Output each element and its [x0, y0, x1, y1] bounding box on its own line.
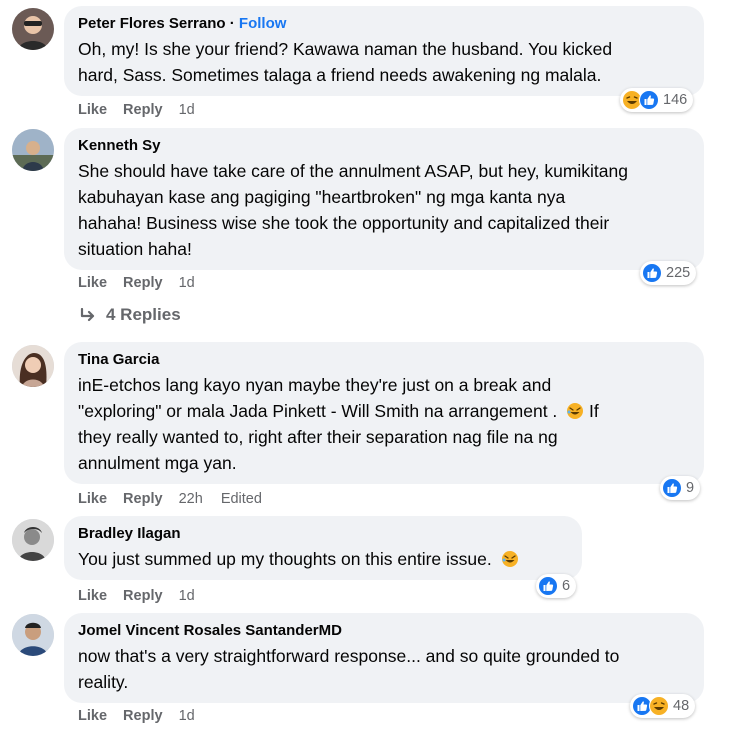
- reaction-summary[interactable]: 9: [660, 476, 701, 500]
- reaction-summary[interactable]: 146: [620, 88, 694, 112]
- comment-line: hahaha! Business wise she took the oppor…: [78, 213, 610, 233]
- comment-bubble: Tina Garcia inE-etchos lang kayo nyan ma…: [64, 342, 704, 484]
- timestamp[interactable]: 22h: [179, 491, 203, 507]
- reply-arrow-icon: [80, 308, 95, 322]
- author-name[interactable]: Jomel Vincent Rosales SantanderMD: [78, 621, 690, 641]
- like-icon: [538, 576, 558, 596]
- timestamp[interactable]: 1d: [179, 588, 195, 604]
- comment-line: kabuhayan kase ang pagiging "heartbroken…: [78, 187, 566, 207]
- comment-line: inE-etchos lang kayo nyan maybe they're …: [78, 375, 552, 395]
- comment-text: You just summed up my thoughts on this e…: [78, 546, 568, 572]
- like-button[interactable]: Like: [78, 588, 107, 604]
- comment-line: You just summed up my thoughts on this e…: [78, 549, 492, 569]
- avatar[interactable]: [12, 8, 54, 50]
- avatar[interactable]: [12, 129, 54, 171]
- replies-label: 4 Replies: [106, 305, 181, 324]
- reply-button[interactable]: Reply: [123, 102, 163, 118]
- separator: ·: [225, 15, 239, 32]
- timestamp[interactable]: 1d: [179, 708, 195, 724]
- comment-bubble: Kenneth Sy She should have take care of …: [64, 128, 704, 270]
- comment-actions: Like Reply 1d: [78, 587, 209, 605]
- author-name[interactable]: Tina Garcia: [78, 350, 690, 370]
- reply-button[interactable]: Reply: [123, 275, 163, 291]
- comment-bubble: Peter Flores Serrano · Follow Oh, my! Is…: [64, 6, 704, 96]
- like-button[interactable]: Like: [78, 275, 107, 291]
- reaction-summary[interactable]: 225: [640, 261, 697, 285]
- like-icon: [639, 90, 659, 110]
- comment-actions: Like Reply 1d: [78, 101, 209, 119]
- comment-line: If: [589, 401, 599, 421]
- reply-button[interactable]: Reply: [123, 588, 163, 604]
- comment-actions: Like Reply 1d: [78, 707, 209, 725]
- comment-line: "exploring" or mala Jada Pinkett - Will …: [78, 401, 558, 421]
- like-icon: [662, 478, 682, 498]
- edited-label[interactable]: Edited: [221, 491, 262, 507]
- comment-line: now that's a very straightforward respon…: [78, 646, 620, 666]
- comment-actions: Like Reply 1d: [78, 274, 209, 292]
- avatar[interactable]: [12, 345, 54, 387]
- author-name[interactable]: Peter Flores Serrano: [78, 15, 226, 32]
- comment-actions: Like Reply 22h Edited: [78, 490, 276, 508]
- haha-icon: [649, 696, 669, 716]
- comment-line: reality.: [78, 672, 129, 692]
- like-icon: [642, 263, 662, 283]
- comment-text: She should have take care of the annulme…: [78, 158, 690, 262]
- avatar[interactable]: [12, 519, 54, 561]
- author-name[interactable]: Kenneth Sy: [78, 136, 690, 156]
- comment-line: She should have take care of the annulme…: [78, 161, 628, 181]
- comment-line: hard, Sass. Sometimes talaga a friend ne…: [78, 65, 602, 85]
- avatar[interactable]: [12, 614, 54, 656]
- like-button[interactable]: Like: [78, 491, 107, 507]
- reaction-count: 48: [673, 698, 690, 714]
- like-button[interactable]: Like: [78, 708, 107, 724]
- reaction-count: 6: [562, 578, 571, 594]
- reaction-summary[interactable]: 6: [536, 574, 577, 598]
- follow-button[interactable]: Follow: [239, 15, 287, 32]
- comment-line: Oh, my! Is she your friend? Kawawa naman…: [78, 39, 613, 59]
- reply-button[interactable]: Reply: [123, 491, 163, 507]
- comment-line: they really wanted to, right after their…: [78, 427, 558, 447]
- comment-line: situation haha!: [78, 239, 192, 259]
- reaction-count: 9: [686, 480, 695, 496]
- timestamp[interactable]: 1d: [179, 275, 195, 291]
- comment-text: now that's a very straightforward respon…: [78, 643, 690, 695]
- rofl-emoji-icon: [566, 402, 584, 420]
- reply-button[interactable]: Reply: [123, 708, 163, 724]
- comment-text: inE-etchos lang kayo nyan maybe they're …: [78, 372, 690, 476]
- comment-line: annulment mga yan.: [78, 453, 237, 473]
- comment-bubble: Bradley Ilagan You just summed up my tho…: [64, 516, 582, 580]
- comment-line-with-emoji: "exploring" or mala Jada Pinkett - Will …: [78, 398, 690, 424]
- reaction-summary[interactable]: 48: [630, 694, 696, 718]
- rofl-emoji-icon: [501, 550, 519, 568]
- reaction-count: 225: [666, 265, 691, 281]
- reaction-count: 146: [663, 92, 688, 108]
- comment-text: Oh, my! Is she your friend? Kawawa naman…: [78, 36, 690, 88]
- timestamp[interactable]: 1d: [179, 102, 195, 118]
- view-replies-button[interactable]: 4 Replies: [80, 305, 181, 325]
- author-name[interactable]: Bradley Ilagan: [78, 524, 568, 544]
- like-button[interactable]: Like: [78, 102, 107, 118]
- comment-bubble: Jomel Vincent Rosales SantanderMD now th…: [64, 613, 704, 703]
